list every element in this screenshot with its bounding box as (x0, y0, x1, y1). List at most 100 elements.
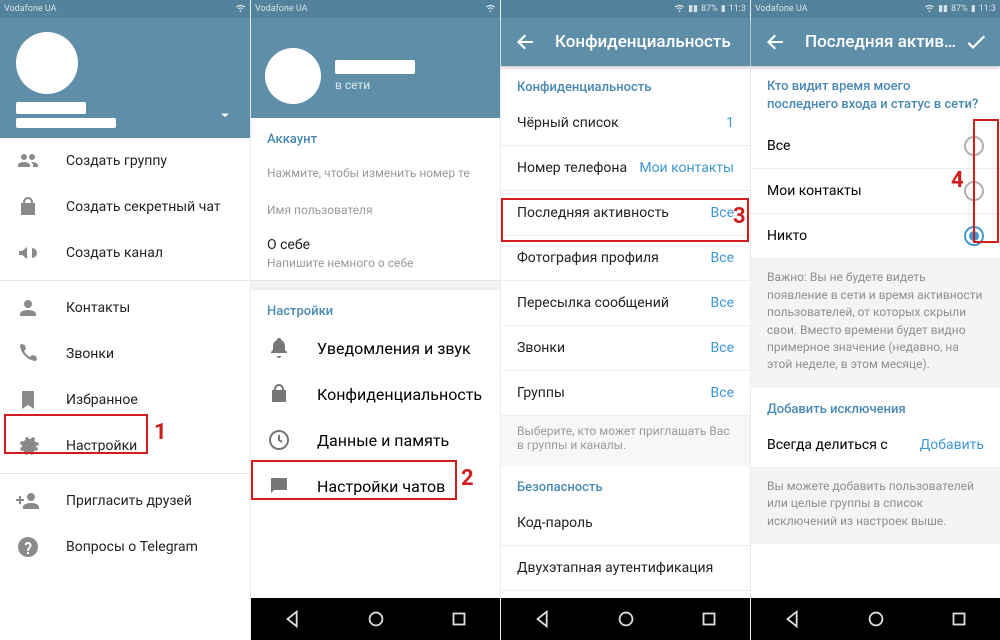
check-icon[interactable] (964, 30, 988, 54)
row-privacy[interactable]: Конфиденциальность (251, 371, 500, 417)
nav-home-icon[interactable] (615, 608, 637, 630)
option-nobody[interactable]: Никто (751, 214, 1000, 259)
menu-create-group[interactable]: Создать группу (0, 138, 250, 184)
row-phone[interactable]: Нажмите, чтобы изменить номер те (251, 153, 500, 190)
data-icon (267, 428, 291, 452)
section-exceptions: Добавить исключения (751, 388, 1000, 423)
bookmark-icon (16, 388, 40, 412)
option-all[interactable]: Все (751, 124, 1000, 169)
status-bar: Vodafone UA ▮▮ 87% ▮ 11:3 (751, 0, 1000, 18)
bell-icon (267, 336, 291, 360)
menu-secret-chat[interactable]: Создать секретный чат (0, 184, 250, 230)
android-navbar (501, 598, 750, 640)
privacy-note: Выберите, кто может приглашать Вас в гру… (501, 416, 750, 466)
menu-create-channel[interactable]: Создать канал (0, 230, 250, 276)
nav-back-icon[interactable] (532, 608, 554, 630)
radio-icon[interactable] (964, 226, 984, 246)
lock-icon (267, 382, 291, 406)
nav-recent-icon[interactable] (448, 608, 470, 630)
user-name (16, 102, 86, 114)
header-title: Конфиденциальность (555, 32, 738, 52)
wifi-icon (485, 2, 496, 16)
nav-home-icon[interactable] (365, 608, 387, 630)
wifi-icon (674, 2, 685, 16)
signal-icon: ▮▮ (938, 4, 948, 14)
row-always-share[interactable]: Всегда делиться сДобавить (751, 423, 1000, 468)
row-about[interactable]: О себе Напишите немного о себе (251, 227, 500, 280)
group-icon (16, 149, 40, 173)
menu-invite[interactable]: Пригласить друзей (0, 478, 250, 524)
battery-icon: ▮ (971, 4, 976, 14)
header: Последняя активнос… (751, 18, 1000, 66)
chevron-down-icon[interactable] (216, 106, 234, 124)
row-notifications[interactable]: Уведомления и звук (251, 325, 500, 371)
menu-settings[interactable]: Настройки (0, 423, 250, 469)
section-settings: Настройки (251, 290, 500, 325)
pane-privacy: ▮▮ 87% ▮ 11:3 Конфиденциальность Конфиде… (500, 0, 750, 640)
exceptions-info: Вы можете добавить пользователей или цел… (751, 468, 1000, 544)
android-navbar (251, 598, 500, 640)
nav-back-icon[interactable] (282, 608, 304, 630)
row-groups[interactable]: ГруппыВсе (501, 371, 750, 416)
menu-saved[interactable]: Избранное (0, 377, 250, 423)
lock-icon (16, 195, 40, 219)
row-forwarding[interactable]: Пересылка сообщенийВсе (501, 281, 750, 326)
profile-status: в сети (335, 78, 415, 92)
question-label: Кто видит время моего последнего входа и… (751, 66, 1000, 124)
menu-calls[interactable]: Звонки (0, 331, 250, 377)
nav-home-icon[interactable] (865, 608, 887, 630)
row-profile-photo[interactable]: Фотография профиляВсе (501, 236, 750, 281)
back-icon[interactable] (513, 30, 537, 54)
add-person-icon (16, 489, 40, 513)
carrier: Vodafone UA (4, 4, 56, 14)
info-text: Важно: Вы не будете видеть появление в с… (751, 259, 1000, 387)
header-title: Последняя активнос… (805, 32, 964, 52)
divider (0, 280, 250, 281)
profile-name (335, 60, 415, 74)
gear-icon (16, 434, 40, 458)
row-last-seen[interactable]: Последняя активностьВсе (501, 191, 750, 236)
status-bar: Vodafone UA (251, 0, 500, 18)
row-passcode[interactable]: Код-пароль (501, 501, 750, 546)
avatar[interactable] (265, 48, 321, 104)
android-navbar (751, 598, 1000, 640)
separator (251, 280, 500, 290)
row-username[interactable]: Имя пользователя (251, 190, 500, 227)
section-privacy: Конфиденциальность (501, 66, 750, 101)
nav-back-icon[interactable] (782, 608, 804, 630)
status-bar: ▮▮ 87% ▮ 11:3 (501, 0, 750, 18)
battery-icon: ▮ (721, 4, 726, 14)
row-calls[interactable]: ЗвонкиВсе (501, 326, 750, 371)
chat-icon (267, 474, 291, 498)
radio-icon[interactable] (964, 181, 984, 201)
drawer-header (0, 18, 250, 138)
pane-settings: Vodafone UA в сети Аккаунт Нажмите, чтоб… (250, 0, 500, 640)
menu-faq[interactable]: Вопросы о Telegram (0, 524, 250, 570)
radio-icon[interactable] (964, 136, 984, 156)
menu-contacts[interactable]: Контакты (0, 285, 250, 331)
pane-drawer: Vodafone UA Создать группу Создать секре… (0, 0, 250, 640)
section-account: Аккаунт (251, 118, 500, 153)
header: Конфиденциальность (501, 18, 750, 66)
help-icon (16, 535, 40, 559)
divider (0, 473, 250, 474)
user-phone (16, 118, 116, 128)
nav-recent-icon[interactable] (948, 608, 970, 630)
section-security: Безопасность (501, 466, 750, 501)
row-blocklist[interactable]: Чёрный список1 (501, 101, 750, 146)
wifi-icon (924, 2, 935, 16)
wifi-icon (235, 2, 246, 16)
annotation-2: 2 (461, 466, 474, 491)
profile-header: в сети (251, 18, 500, 118)
annotation-4: 4 (951, 168, 964, 193)
back-icon[interactable] (763, 30, 787, 54)
annotation-1: 1 (154, 420, 167, 445)
row-data[interactable]: Данные и память (251, 417, 500, 463)
row-phone-number[interactable]: Номер телефонаМои контакты (501, 146, 750, 191)
nav-recent-icon[interactable] (698, 608, 720, 630)
row-2fa[interactable]: Двухэтапная аутентификация (501, 546, 750, 591)
avatar[interactable] (16, 32, 78, 94)
megaphone-icon (16, 241, 40, 265)
phone-icon (16, 342, 40, 366)
status-bar: Vodafone UA (0, 0, 250, 18)
